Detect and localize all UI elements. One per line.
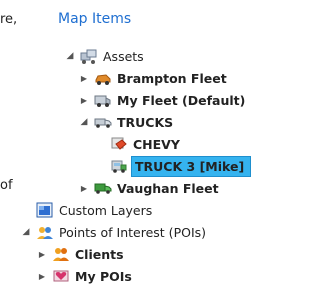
tree-node-my-fleet[interactable]: ▶ My Fleet (Default) bbox=[78, 89, 245, 111]
collapse-arrow-icon[interactable]: ◢ bbox=[64, 50, 76, 62]
tree-node-label: Assets bbox=[103, 48, 144, 64]
green-truck-fleet-icon bbox=[94, 179, 112, 197]
expand-arrow-icon[interactable]: ▶ bbox=[78, 72, 90, 84]
heart-poi-icon bbox=[52, 267, 70, 285]
tree-node-label: Vaughan Fleet bbox=[117, 180, 219, 196]
clipped-text-top: re, bbox=[0, 12, 18, 27]
car-fleet-icon bbox=[94, 69, 112, 87]
truck-fleet-icon bbox=[94, 113, 112, 131]
expand-arrow-icon[interactable]: ▶ bbox=[36, 248, 48, 260]
chevy-vehicle-icon bbox=[110, 135, 128, 153]
tree-node-chevy[interactable]: CHEVY bbox=[110, 133, 180, 155]
poi-group-icon bbox=[36, 223, 54, 241]
tree-node-label: TRUCKS bbox=[117, 114, 174, 130]
map-items-heading[interactable]: Map Items bbox=[58, 11, 131, 27]
tree-node-vaughan-fleet[interactable]: ▶ Vaughan Fleet bbox=[78, 177, 219, 199]
truck-vehicle-icon bbox=[110, 157, 128, 175]
tree-node-label: Clients bbox=[75, 246, 124, 262]
tree-node-label: TRUCK 3 [Mike] bbox=[131, 155, 252, 177]
tree-node-poi[interactable]: ◢ Points of Interest (POIs) bbox=[20, 221, 206, 243]
tree-node-custom-layers[interactable]: Custom Layers bbox=[36, 199, 152, 221]
tree-node-brampton-fleet[interactable]: ▶ Brampton Fleet bbox=[78, 67, 227, 89]
tree-node-label: Custom Layers bbox=[59, 202, 153, 218]
expand-arrow-icon[interactable]: ▶ bbox=[36, 270, 48, 282]
tree-node-label: Brampton Fleet bbox=[117, 70, 227, 86]
collapse-arrow-icon[interactable]: ◢ bbox=[78, 116, 90, 128]
layers-icon bbox=[36, 201, 54, 219]
tree-node-label: Points of Interest (POIs) bbox=[59, 224, 207, 240]
tree-node-label: My Fleet (Default) bbox=[117, 92, 246, 108]
van-fleet-icon bbox=[94, 91, 112, 109]
assets-group-icon bbox=[80, 47, 98, 65]
clients-icon bbox=[52, 245, 70, 263]
tree-node-assets[interactable]: ◢ Assets bbox=[64, 45, 144, 67]
expand-arrow-icon[interactable]: ▶ bbox=[78, 182, 90, 194]
expand-arrow-icon[interactable]: ▶ bbox=[78, 94, 90, 106]
tree-node-label: CHEVY bbox=[133, 136, 180, 152]
clipped-text-bottom: of bbox=[0, 178, 13, 193]
tree-node-clients[interactable]: ▶ Clients bbox=[36, 243, 124, 265]
tree-node-my-pois[interactable]: ▶ My POIs bbox=[36, 265, 132, 287]
collapse-arrow-icon[interactable]: ◢ bbox=[20, 226, 32, 238]
tree-node-trucks[interactable]: ◢ TRUCKS bbox=[78, 111, 174, 133]
tree-node-truck3-selected[interactable]: TRUCK 3 [Mike] bbox=[110, 155, 252, 177]
tree-node-label: My POIs bbox=[75, 268, 132, 284]
